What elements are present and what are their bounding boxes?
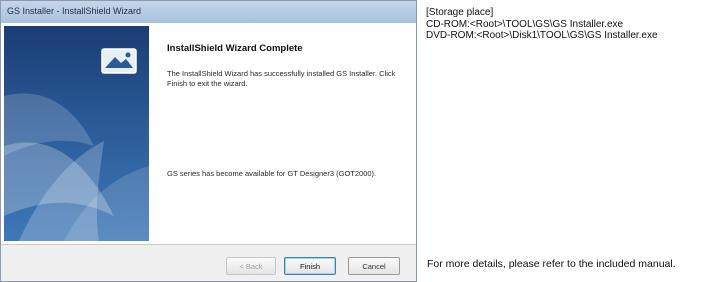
more-details-note: For more details, please refer to the in…: [427, 258, 676, 270]
window-title: GS Installer - InstallShield Wizard: [7, 6, 142, 16]
wizard-side-banner: [4, 26, 149, 241]
cd-rom-path: CD-ROM:<Root>\TOOL\GS\GS Installer.exe: [426, 18, 624, 30]
storage-notes: [Storage place] CD-ROM:<Root>\TOOL\GS\GS…: [426, 7, 703, 42]
dvd-rom-path: DVD-ROM:<Root>\Disk1\TOOL\GS\GS Installe…: [426, 30, 658, 41]
storage-place-label: [Storage place]: [426, 7, 494, 18]
installer-window: GS Installer - InstallShield Wizard Inst…: [0, 0, 417, 282]
wizard-body: InstallShield Wizard Complete The Instal…: [1, 23, 416, 244]
cancel-button[interactable]: Cancel: [348, 257, 400, 275]
wizard-message: The InstallShield Wizard has successfull…: [167, 69, 396, 88]
finish-button[interactable]: Finish: [284, 257, 336, 275]
wizard-footer: < Back Finish Cancel: [1, 244, 416, 281]
installer-brand-icon: [101, 48, 137, 74]
availability-text: GS series has become available for GT De…: [167, 169, 377, 178]
wizard-heading: InstallShield Wizard Complete: [167, 43, 303, 54]
title-bar[interactable]: GS Installer - InstallShield Wizard: [1, 1, 416, 24]
back-button[interactable]: < Back: [226, 257, 276, 275]
